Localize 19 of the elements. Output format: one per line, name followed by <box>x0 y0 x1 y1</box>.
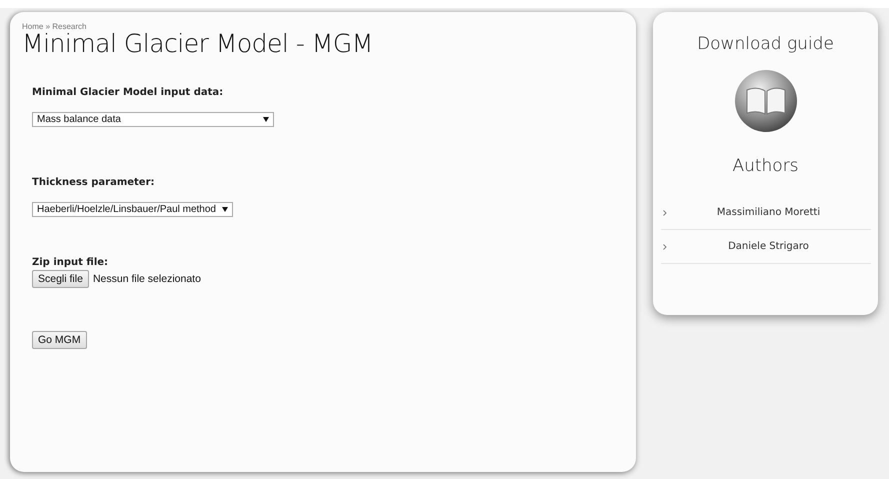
choose-file-button[interactable]: Scegli file <box>32 270 89 288</box>
download-heading: Download guide <box>697 34 834 54</box>
file-status: Nessun file selezionato <box>92 273 201 285</box>
caret-icon <box>222 207 228 212</box>
chevron-icon <box>662 244 666 250</box>
breadcrumb: Home » Research <box>22 22 88 31</box>
field-label: Zip input file: <box>32 257 108 268</box>
book-icon[interactable] <box>732 68 798 134</box>
chevron-icon <box>662 210 666 216</box>
dropdown[interactable]: Haeberli/Hoelzle/Linsbauer/Paul method <box>32 202 233 217</box>
caret-icon <box>263 117 269 122</box>
field-label: Minimal Glacier Model input data: <box>32 87 224 98</box>
submit-button[interactable]: Go MGM <box>32 331 87 349</box>
authors-heading: Authors <box>732 156 799 176</box>
author-link[interactable]: Daniele Strigaro <box>660 230 870 264</box>
author-link[interactable]: Massimiliano Moretti <box>660 196 870 230</box>
dropdown[interactable]: Mass balance data <box>32 112 274 127</box>
page-title: Minimal Glacier Model - MGM <box>22 31 374 57</box>
field-label: Thickness parameter: <box>32 177 155 188</box>
